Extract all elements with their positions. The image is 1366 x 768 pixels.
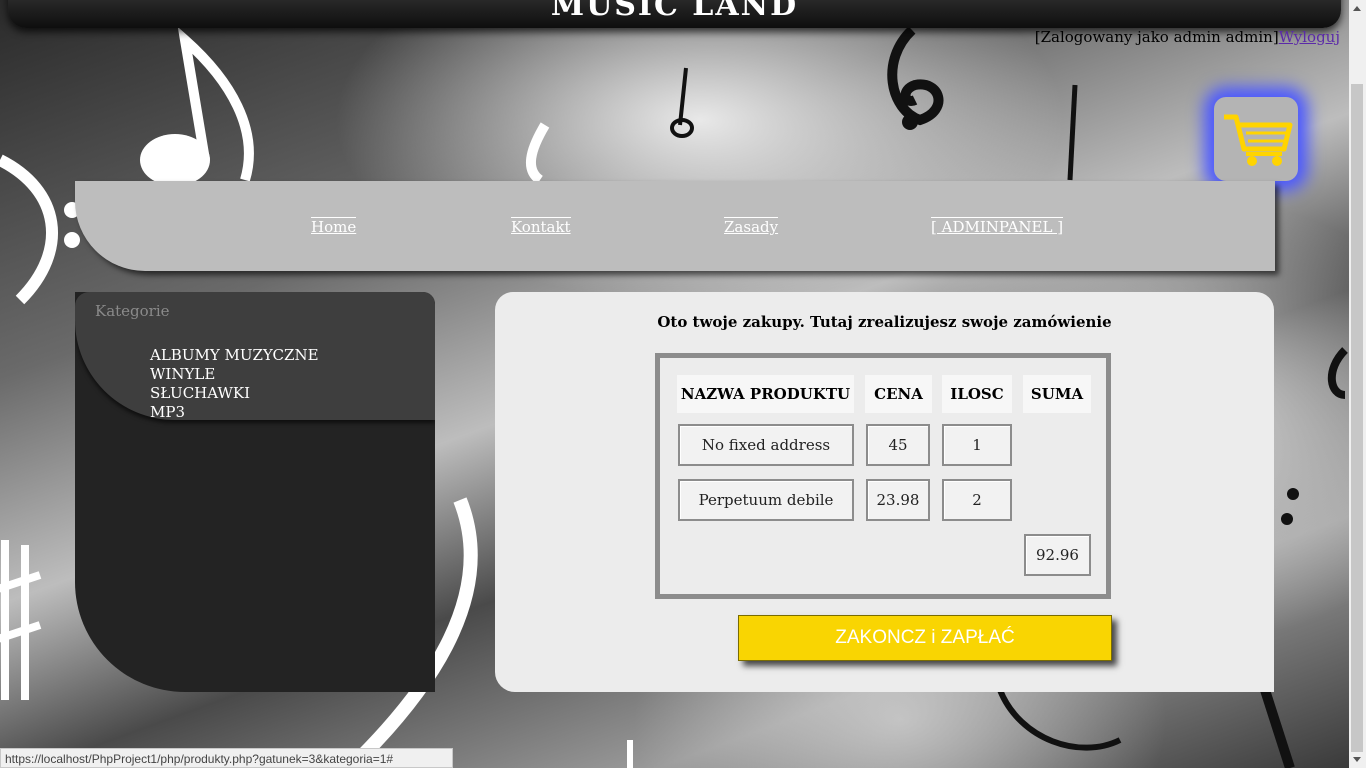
category-sidebar: Kategorie ALBUMY MUZYCZNE WINYLE SŁUCHAW… xyxy=(75,292,435,692)
checkout-pay-button[interactable]: ZAKONCZ i ZAPŁAĆ xyxy=(738,615,1112,661)
category-box: Kategorie ALBUMY MUZYCZNE WINYLE SŁUCHAW… xyxy=(75,292,435,422)
page-title: Oto twoje zakupy. Tutaj zrealizujesz swo… xyxy=(657,313,1112,331)
login-status: [Zalogowany jako admin admin]Wyloguj xyxy=(1035,28,1340,46)
nav-adminpanel[interactable]: [ ADMINPANEL ] xyxy=(931,217,1064,236)
nav-contact[interactable]: Kontakt xyxy=(511,217,571,236)
column-header-price: CENA xyxy=(865,375,932,413)
row-1-product-name: No fixed address xyxy=(678,424,854,466)
category-item-vinyls[interactable]: WINYLE xyxy=(150,365,319,384)
login-status-text: [Zalogowany jako admin admin] xyxy=(1034,28,1279,46)
site-banner: MUSIC LAND xyxy=(8,0,1341,28)
nav-home[interactable]: Home xyxy=(311,217,357,236)
column-header-sum: SUMA xyxy=(1023,375,1091,413)
sidebar-title: Kategorie xyxy=(95,302,170,320)
column-header-quantity: ILOSC xyxy=(942,375,1012,413)
row-1-quantity: 1 xyxy=(942,424,1012,466)
vertical-scrollbar[interactable] xyxy=(1349,0,1366,768)
logout-link[interactable]: Wyloguj xyxy=(1279,28,1340,46)
category-item-mp3[interactable]: MP3 xyxy=(150,403,319,422)
row-2-product-name: Perpetuum debile xyxy=(678,479,854,521)
category-item-albums[interactable]: ALBUMY MUZYCZNE xyxy=(150,346,319,365)
cart-button[interactable] xyxy=(1214,97,1298,181)
cart-panel: Oto twoje zakupy. Tutaj zrealizujesz swo… xyxy=(495,292,1274,692)
scroll-up-arrow-icon[interactable] xyxy=(1353,6,1361,11)
order-total: 92.96 xyxy=(1024,534,1091,576)
scrollbar-thumb[interactable] xyxy=(1351,84,1363,752)
row-2-quantity: 2 xyxy=(942,479,1012,521)
cart-table: NAZWA PRODUKTU CENA ILOSC SUMA No fixed … xyxy=(655,353,1111,599)
category-item-headphones[interactable]: SŁUCHAWKI xyxy=(150,384,319,403)
row-1-price: 45 xyxy=(866,424,930,466)
category-list: ALBUMY MUZYCZNE WINYLE SŁUCHAWKI MP3 xyxy=(150,346,319,422)
row-2-price: 23.98 xyxy=(866,479,930,521)
main-navigation: Home Kontakt Zasady [ ADMINPANEL ] xyxy=(75,181,1275,271)
scroll-down-arrow-icon[interactable] xyxy=(1353,757,1361,762)
column-header-product: NAZWA PRODUKTU xyxy=(677,375,854,413)
browser-status-bar: https://localhost/PhpProject1/php/produk… xyxy=(0,748,453,768)
cart-icon xyxy=(1224,114,1293,166)
site-title: MUSIC LAND xyxy=(550,0,799,23)
nav-rules[interactable]: Zasady xyxy=(724,217,779,236)
